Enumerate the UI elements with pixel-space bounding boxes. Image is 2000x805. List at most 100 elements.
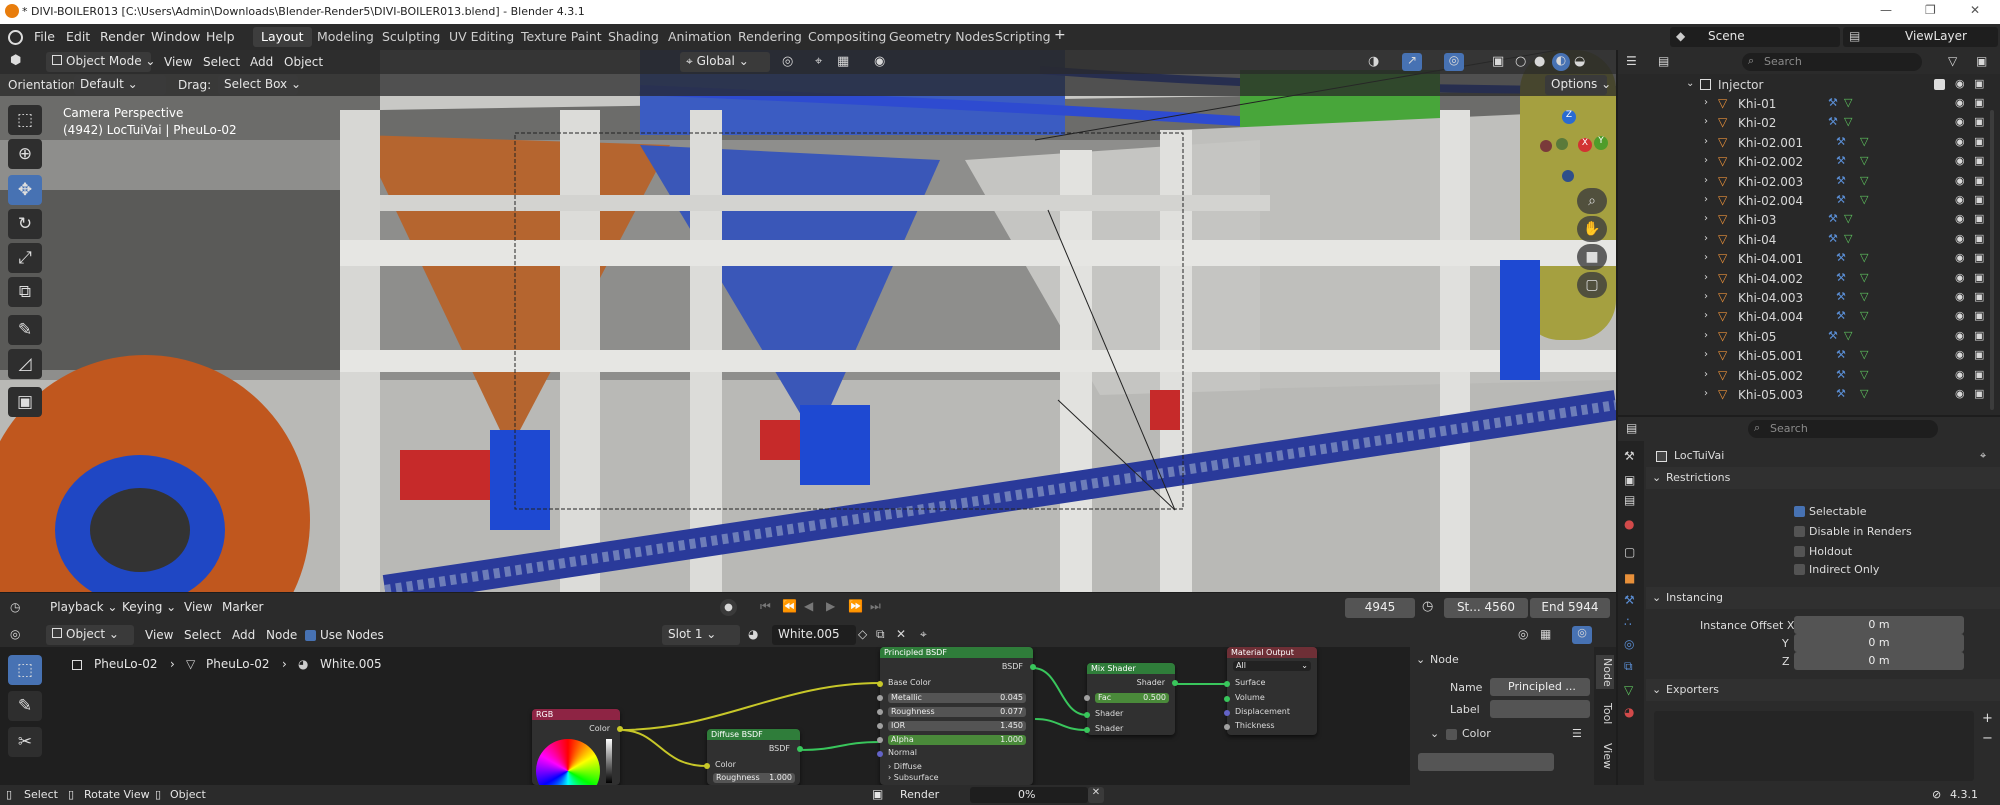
- color-presets-icon[interactable]: ☰: [1572, 727, 1582, 740]
- exporters-list[interactable]: [1654, 711, 1974, 781]
- camera-render-icon[interactable]: ▣: [1974, 232, 1984, 245]
- modifier-icon[interactable]: ⚒: [1836, 348, 1846, 361]
- menu-marker[interactable]: Marker: [222, 600, 263, 614]
- cursor-tool-icon[interactable]: ⊕: [8, 139, 42, 169]
- alpha-field[interactable]: Alpha 1.000: [888, 735, 1026, 745]
- play-icon[interactable]: ▶: [826, 599, 835, 613]
- displacement-socket[interactable]: [1224, 710, 1230, 716]
- eye-icon[interactable]: ◉: [1955, 212, 1965, 225]
- eye-icon[interactable]: ◉: [1955, 290, 1965, 303]
- fac-field[interactable]: Fac 0.500: [1095, 693, 1169, 703]
- tab-view[interactable]: View: [1596, 739, 1614, 773]
- world-tab-icon[interactable]: ●: [1624, 517, 1634, 531]
- principled-bsdf-node[interactable]: Principled BSDF BSDF Base Color Metallic…: [877, 647, 1036, 785]
- gizmo-neg-z[interactable]: [1562, 170, 1574, 182]
- drag-dropdown[interactable]: Select Box ⌄: [218, 75, 301, 95]
- vp-menu-select[interactable]: Select: [203, 55, 240, 69]
- mix-shader-node[interactable]: Mix Shader Shader Fac 0.500 Shader Shader: [1084, 663, 1178, 735]
- scale-tool-icon[interactable]: ⤢: [8, 243, 42, 273]
- color-checkbox[interactable]: [1446, 729, 1457, 740]
- wireframe-shading-icon[interactable]: ○: [1515, 54, 1526, 69]
- tab-geometry-nodes[interactable]: Geometry Nodes: [881, 27, 1002, 47]
- outliner-search[interactable]: ⌕ Search: [1742, 53, 1922, 71]
- outliner-item[interactable]: › ▽ Khi-02.001 ⚒ ▽ ◉ ▣: [1618, 134, 2000, 153]
- expand-arrow-icon[interactable]: ›: [1704, 175, 1708, 186]
- fac-socket[interactable]: [1084, 695, 1090, 701]
- outliner-item[interactable]: › ▽ Khi-04.004 ⚒ ▽ ◉ ▣: [1618, 308, 2000, 327]
- mesh-data-icon[interactable]: ▽: [1844, 96, 1852, 109]
- material-shading-icon[interactable]: ◐: [1552, 53, 1570, 71]
- mesh-data-icon[interactable]: ▽: [1860, 251, 1868, 264]
- expand-arrow-icon[interactable]: ›: [1704, 252, 1708, 263]
- eye-icon[interactable]: ◉: [1955, 271, 1965, 284]
- eye-icon[interactable]: ◉: [1955, 368, 1965, 381]
- alpha-socket[interactable]: [877, 737, 883, 743]
- gizmo-y-axis[interactable]: Y: [1594, 136, 1608, 150]
- blender-menu-icon[interactable]: [8, 30, 23, 45]
- vp-menu-object[interactable]: Object: [284, 55, 323, 69]
- camera-render-icon[interactable]: ▣: [1974, 96, 1984, 109]
- modifier-icon[interactable]: ⚒: [1828, 115, 1838, 128]
- expand-arrow-icon[interactable]: ›: [1704, 97, 1708, 108]
- menu-edit[interactable]: Edit: [66, 29, 90, 44]
- outliner-item[interactable]: › ▽ Khi-04.001 ⚒ ▽ ◉ ▣: [1618, 250, 2000, 269]
- modifier-icon[interactable]: ⚒: [1836, 387, 1846, 400]
- exclude-checkbox[interactable]: [1934, 79, 1945, 90]
- material-tab-icon[interactable]: ◕: [1624, 705, 1634, 719]
- eye-icon[interactable]: ◉: [1955, 154, 1965, 167]
- selectable-checkbox[interactable]: Selectable: [1794, 505, 1866, 518]
- outliner-item[interactable]: › ▽ Khi-04.002 ⚒ ▽ ◉ ▣: [1618, 270, 2000, 289]
- expand-arrow-icon[interactable]: ›: [1704, 291, 1708, 302]
- expand-arrow-icon[interactable]: ›: [1704, 155, 1708, 166]
- collection-row[interactable]: ⌄ Injector ◉ ▣: [1618, 76, 2000, 95]
- disable-renders-checkbox[interactable]: Disable in Renders: [1794, 525, 1912, 538]
- tab-modeling[interactable]: Modeling: [309, 27, 382, 47]
- ior-socket[interactable]: [877, 723, 883, 729]
- gizmo-x-axis[interactable]: X: [1578, 138, 1592, 152]
- material-output-node[interactable]: Material Output All ⌄ Surface Volume Disp…: [1224, 647, 1317, 735]
- color-section-arrow-icon[interactable]: ⌄: [1430, 727, 1439, 740]
- add-cube-tool-icon[interactable]: ▣: [8, 387, 42, 417]
- mesh-data-icon[interactable]: ▽: [1860, 135, 1868, 148]
- record-icon[interactable]: ●: [720, 599, 737, 616]
- pin-icon[interactable]: ⌖: [1980, 449, 1986, 463]
- mesh-data-icon[interactable]: ▽: [1860, 174, 1868, 187]
- display-mode-icon[interactable]: ▤: [1658, 54, 1669, 68]
- color-wheel[interactable]: [536, 739, 600, 785]
- tab-sculpting[interactable]: Sculpting: [374, 27, 448, 47]
- move-tool-icon[interactable]: ✥: [8, 175, 42, 205]
- outliner-item[interactable]: › ▽ Khi-04.003 ⚒ ▽ ◉ ▣: [1618, 289, 2000, 308]
- rgb-node[interactable]: RGB Color: [532, 709, 623, 785]
- jump-end-icon[interactable]: ⏭: [870, 599, 881, 614]
- eye-icon[interactable]: ◉: [1955, 387, 1965, 400]
- metallic-socket[interactable]: [877, 695, 883, 701]
- mesh-data-icon[interactable]: ▽: [1860, 290, 1868, 303]
- modifier-icon[interactable]: ⚒: [1828, 96, 1838, 109]
- instancing-header[interactable]: ⌄ Instancing: [1646, 587, 2000, 609]
- roughness-field[interactable]: Roughness 0.077: [888, 707, 1026, 717]
- menu-playback[interactable]: Playback ⌄: [50, 600, 117, 614]
- outliner-scrollbar[interactable]: [1990, 110, 1994, 410]
- outliner-item[interactable]: › ▽ Khi-02 ⚒ ▽ ◉ ▣: [1618, 114, 2000, 133]
- transform-tool-icon[interactable]: ⧉: [8, 277, 42, 307]
- zoom-icon[interactable]: ⌕: [1577, 188, 1607, 214]
- modifier-icon[interactable]: ⚒: [1836, 309, 1846, 322]
- outliner-item[interactable]: › ▽ Khi-02.003 ⚒ ▽ ◉ ▣: [1618, 173, 2000, 192]
- expand-arrow-icon[interactable]: ›: [1704, 272, 1708, 283]
- next-keyframe-icon[interactable]: ⏩: [848, 599, 863, 613]
- indirect-only-checkbox[interactable]: Indirect Only: [1794, 563, 1879, 576]
- tab-scripting[interactable]: Scripting: [987, 27, 1059, 47]
- vp-menu-add[interactable]: Add: [250, 55, 273, 69]
- menu-window[interactable]: Window: [151, 29, 200, 44]
- prev-keyframe-icon[interactable]: ⏪: [782, 599, 797, 613]
- eye-icon[interactable]: ◉: [1955, 135, 1965, 148]
- eye-icon[interactable]: ◉: [1955, 251, 1965, 264]
- minimize-icon[interactable]: —: [1880, 3, 1892, 17]
- eye-icon[interactable]: ◉: [1955, 115, 1965, 128]
- remove-exporter-icon[interactable]: −: [1982, 731, 1993, 746]
- timeline-editor-icon[interactable]: ◷: [10, 600, 20, 614]
- outliner-item[interactable]: › ▽ Khi-05.001 ⚒ ▽ ◉ ▣: [1618, 347, 2000, 366]
- tab-uv-editing[interactable]: UV Editing: [441, 27, 522, 47]
- camera-render-icon[interactable]: ▣: [1974, 290, 1984, 303]
- modifier-icon[interactable]: ⚒: [1836, 251, 1846, 264]
